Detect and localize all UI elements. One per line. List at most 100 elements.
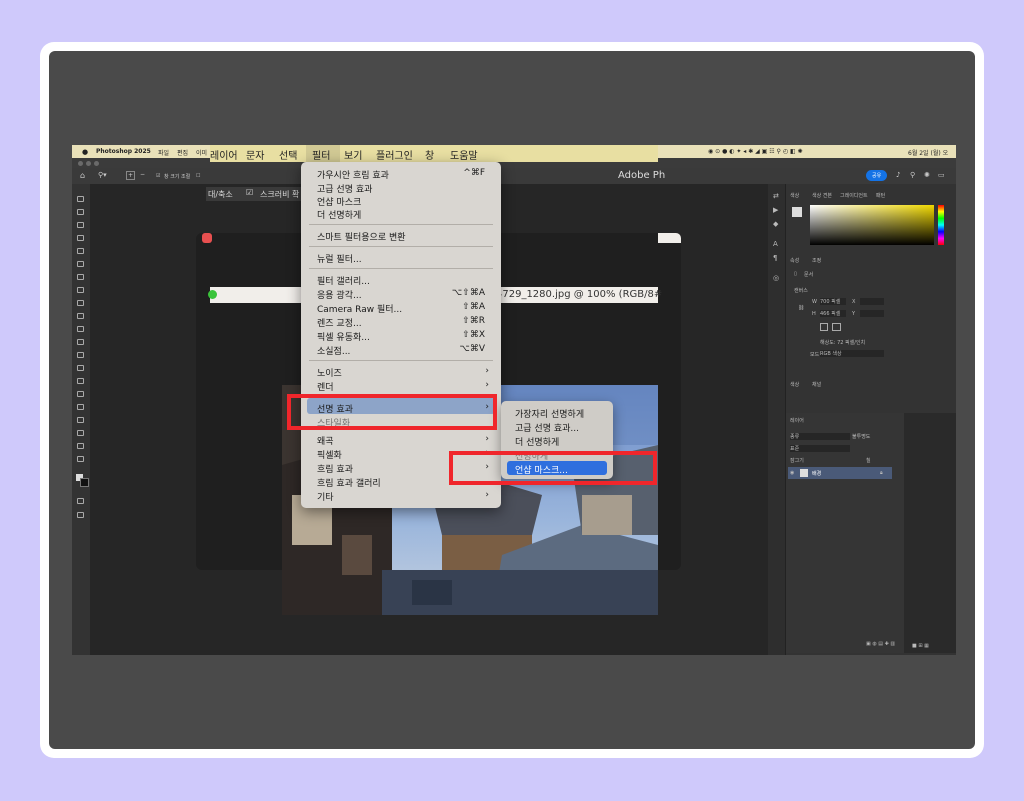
submenu-item-sharpen-more[interactable]: 더 선명하게 xyxy=(515,435,559,448)
dodge-tool-icon[interactable] xyxy=(77,378,84,384)
lasso-tool-icon[interactable] xyxy=(77,222,84,228)
fg-color-chip[interactable] xyxy=(792,207,802,217)
menu-edit[interactable]: 편집 xyxy=(177,148,188,157)
document-tab-title[interactable]: 4729_1280.jpg @ 100% (RGB/8# xyxy=(496,289,662,300)
doc-zoom-dot[interactable] xyxy=(208,290,217,299)
shape-tool-icon[interactable] xyxy=(77,430,84,436)
submenu-item-sharpen-edges[interactable]: 가장자리 선명하게 xyxy=(515,407,584,420)
menu-item-filter-gallery[interactable]: 필터 갤러리... xyxy=(317,274,370,287)
x-field[interactable] xyxy=(860,298,884,305)
color-picker-field[interactable] xyxy=(810,205,934,245)
marquee-tool-icon[interactable] xyxy=(77,209,84,215)
character-icon[interactable]: A xyxy=(773,240,778,248)
menu-item-pixelate[interactable]: 픽셀화 xyxy=(317,448,342,461)
home-icon[interactable]: ⌂ xyxy=(80,171,85,180)
libraries-icon[interactable]: ◎ xyxy=(773,274,779,282)
mode-select[interactable]: RGB 색상 xyxy=(820,350,884,357)
layer-filter-select[interactable]: 종류 xyxy=(790,433,850,440)
y-field[interactable] xyxy=(860,310,884,317)
zoom-out-icon[interactable]: − xyxy=(140,171,145,178)
hue-slider[interactable] xyxy=(938,205,944,245)
menu-item-blur[interactable]: 흐림 효과 xyxy=(317,462,353,475)
menu-select[interactable]: 선택 xyxy=(279,147,297,162)
tab-swatches[interactable]: 색상 견본 xyxy=(812,192,832,199)
share-button[interactable]: 공유 xyxy=(866,170,888,181)
tab-layers[interactable]: 레이어 xyxy=(790,417,804,424)
eyedropper-tool-icon[interactable] xyxy=(77,274,84,280)
close-dot[interactable] xyxy=(78,161,83,166)
menu-item-convert-smart[interactable]: 스마트 필터용으로 변환 xyxy=(317,230,406,243)
menu-filter[interactable]: 필터 xyxy=(306,145,340,162)
apple-icon[interactable]: ● xyxy=(82,148,88,156)
fit-checkbox[interactable]: ☐ xyxy=(196,173,200,179)
path-select-icon[interactable] xyxy=(77,417,84,423)
tab-gradients[interactable]: 그레이디언트 xyxy=(840,192,868,199)
history-icon[interactable]: ⇄ xyxy=(773,192,779,200)
history-brush-icon[interactable] xyxy=(77,326,84,332)
menu-item-vanishing-point[interactable]: 소실점... xyxy=(317,344,350,357)
frame-tool-icon[interactable] xyxy=(77,261,84,267)
brush-tool-icon[interactable] xyxy=(77,300,84,306)
dock-footer-icons[interactable]: ■ ⊞ ▦ xyxy=(912,643,929,649)
comments-icon[interactable]: ◆ xyxy=(773,220,778,228)
menu-item-distort[interactable]: 왜곡 xyxy=(317,434,334,447)
actions-icon[interactable]: ▶ xyxy=(773,206,778,214)
blur-tool-icon[interactable] xyxy=(77,365,84,371)
menu-item-noise[interactable]: 노이즈 xyxy=(317,366,342,379)
quick-select-tool-icon[interactable] xyxy=(77,235,84,241)
healing-tool-icon[interactable] xyxy=(77,287,84,293)
layer-footer-icons[interactable]: ▣ ◍ ▤ ✚ ▥ xyxy=(866,641,895,647)
tab-channels[interactable]: 채널 xyxy=(812,381,821,388)
menu-type[interactable]: 문자 xyxy=(246,147,264,162)
layer-name[interactable]: 배경 xyxy=(812,470,821,477)
tab-adjustments[interactable]: 조정 xyxy=(812,257,821,264)
menu-item-gaussian-blur[interactable]: 가우시안 흐림 효과 xyxy=(317,168,389,181)
zoom-in-icon[interactable]: + xyxy=(126,171,136,180)
tips-icon[interactable]: ✺ xyxy=(924,171,930,179)
menu-layer[interactable]: 레이어 xyxy=(210,147,238,162)
menu-view[interactable]: 보기 xyxy=(344,147,362,162)
tab-patterns[interactable]: 패턴 xyxy=(876,192,885,199)
quick-mask-icon[interactable] xyxy=(77,498,84,504)
notification-icon[interactable]: ♪ xyxy=(896,171,900,179)
tab-color-2[interactable]: 색상 xyxy=(790,381,799,388)
layer-row-background[interactable]: ◉ 배경 🔒︎ xyxy=(788,467,892,479)
zoom-tool-icon[interactable]: ⚲▾ xyxy=(98,171,107,179)
paragraph-icon[interactable]: ¶ xyxy=(773,254,777,262)
eraser-tool-icon[interactable] xyxy=(77,339,84,345)
pen-tool-icon[interactable] xyxy=(77,391,84,397)
background-color-swatch[interactable] xyxy=(80,478,89,487)
menu-app-name[interactable]: Photoshop 2025 xyxy=(96,148,151,155)
screen-mode-icon[interactable] xyxy=(77,512,84,518)
submenu-item-smart-sharpen[interactable]: 고급 선명 효과... xyxy=(515,421,579,434)
menu-image[interactable]: 이미 xyxy=(196,148,207,157)
menu-item-lens-correction[interactable]: 렌즈 교정... xyxy=(317,316,362,329)
move-tool-icon[interactable] xyxy=(77,196,84,202)
visibility-eye-icon[interactable]: ◉ xyxy=(790,470,794,476)
stamp-tool-icon[interactable] xyxy=(77,313,84,319)
zoom-tool-side-icon[interactable] xyxy=(77,456,84,462)
link-icon[interactable]: ⛓ xyxy=(798,305,804,311)
menu-item-camera-raw[interactable]: Camera Raw 필터... xyxy=(317,302,402,315)
workspace-icon[interactable]: ▭ xyxy=(938,171,945,179)
height-field[interactable]: 466 픽셀 xyxy=(820,310,846,317)
menu-item-adaptive-wide[interactable]: 응용 광각... xyxy=(317,288,362,301)
blend-mode-select[interactable]: 표준 xyxy=(790,445,850,452)
type-tool-icon[interactable] xyxy=(77,404,84,410)
menu-item-liquify[interactable]: 픽셀 유동화... xyxy=(317,330,370,343)
minimize-dot[interactable] xyxy=(86,161,91,166)
menu-item-unsharp-mask[interactable]: 언샵 마스크 xyxy=(317,195,361,208)
menu-item-render[interactable]: 렌더 xyxy=(317,380,334,393)
crop-tool-icon[interactable] xyxy=(77,248,84,254)
tab-properties[interactable]: 속성 xyxy=(790,257,799,264)
landscape-icon[interactable] xyxy=(832,323,841,331)
menu-plugins[interactable]: 플러그인 xyxy=(376,147,413,162)
zoom-all-checkbox[interactable]: ☑ xyxy=(156,173,160,179)
menu-item-smart-sharpen[interactable]: 고급 선명 효과 xyxy=(317,182,372,195)
scrubby-checkbox[interactable]: ☑ xyxy=(246,188,253,197)
menu-item-sharpen-more[interactable]: 더 선명하게 xyxy=(317,208,361,221)
search-icon[interactable]: ⚲ xyxy=(910,171,915,179)
zoom-dot[interactable] xyxy=(94,161,99,166)
portrait-icon[interactable] xyxy=(820,323,828,331)
width-field[interactable]: 700 픽셀 xyxy=(820,298,846,305)
